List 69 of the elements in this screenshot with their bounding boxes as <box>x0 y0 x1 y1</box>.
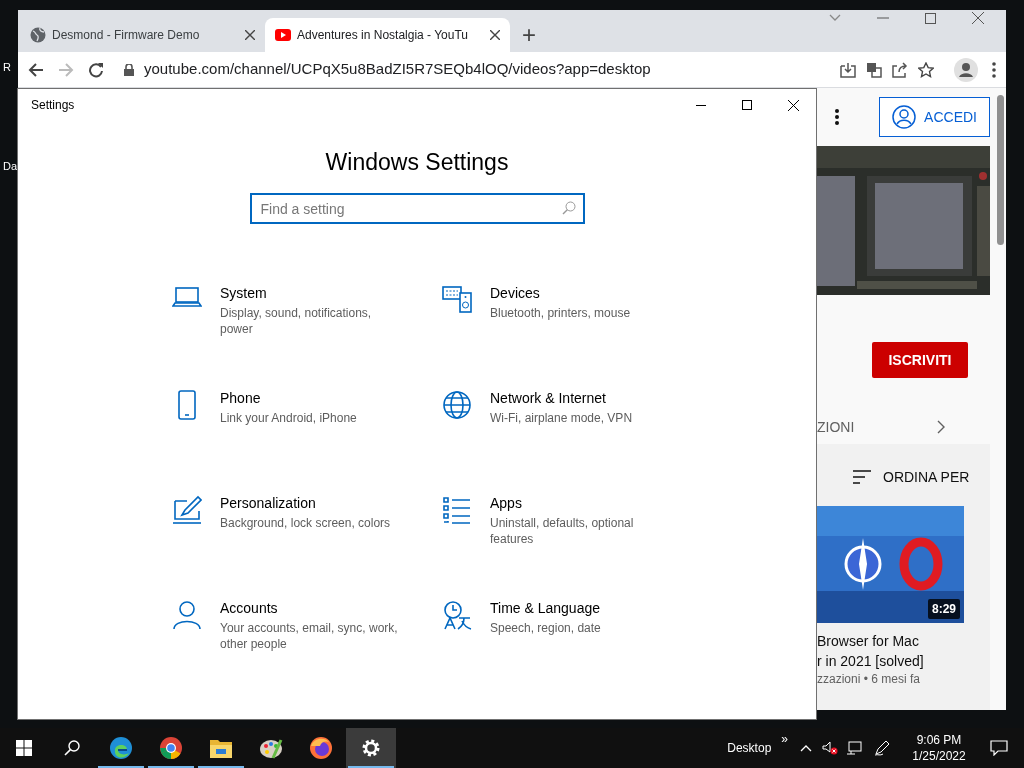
lock-icon <box>124 63 134 76</box>
menu-icon[interactable] <box>992 61 996 78</box>
pen-icon[interactable] <box>874 740 890 756</box>
settings-category[interactable]: Apps Uninstall, defaults, optional features <box>442 494 712 599</box>
clock[interactable]: 9:06 PM 1/25/2022 <box>900 732 978 764</box>
paintbrush-monitor-icon <box>172 495 202 525</box>
chrome-icon <box>159 736 183 760</box>
desktop-icon-label[interactable]: Da <box>3 158 18 175</box>
share-icon[interactable] <box>892 61 908 78</box>
star-icon[interactable] <box>918 61 934 78</box>
window-title: Settings <box>31 97 75 114</box>
search-field[interactable]: Find a setting <box>249 193 585 224</box>
desktop-icon-label[interactable]: R <box>3 59 11 76</box>
video-title[interactable]: r in 2021 [solved] <box>817 651 990 671</box>
notification-icon[interactable] <box>990 740 1008 756</box>
reload-icon[interactable] <box>88 61 104 78</box>
sign-in-button[interactable]: ACCEDI <box>879 97 990 137</box>
speaker-muted-icon[interactable] <box>822 741 838 755</box>
account-icon <box>892 105 917 129</box>
person-icon <box>172 600 202 630</box>
install-icon[interactable] <box>840 61 856 78</box>
toolbar-overflow[interactable]: » <box>781 730 788 748</box>
toolbar-label[interactable]: Desktop <box>727 739 772 757</box>
list-icon <box>442 495 472 525</box>
more-icon[interactable] <box>835 109 839 125</box>
sort-icon <box>853 470 871 484</box>
search-icon <box>561 201 576 215</box>
edge-icon <box>109 736 133 760</box>
windows-icon <box>16 740 32 756</box>
globe-icon <box>30 27 46 43</box>
settings-category[interactable]: Network & Internet Wi-Fi, airplane mode, VPN <box>442 389 712 494</box>
close-icon <box>787 99 799 111</box>
video-title[interactable]: Browser for Mac <box>817 631 990 651</box>
settings-category[interactable]: Personalization Background, lock screen, colors <box>172 494 442 599</box>
translate-icon[interactable] <box>866 61 882 78</box>
subscribe-button[interactable]: ISCRIVITI <box>872 342 968 378</box>
maximize-icon[interactable] <box>925 12 936 24</box>
video-duration: 8:29 <box>927 599 960 619</box>
settings-category[interactable]: System Display, sound, notifications, power <box>172 284 442 389</box>
close-icon[interactable] <box>490 30 500 40</box>
page-heading: Windows Settings <box>325 148 509 177</box>
settings-category[interactable]: Phone Link your Android, iPhone <box>172 389 442 494</box>
settings-category[interactable]: Time & Language Speech, region, date <box>442 599 712 704</box>
browser-tab[interactable]: Adventures in Nostalgia - YouTu <box>265 18 510 52</box>
taskbar-app[interactable] <box>346 728 396 768</box>
network-icon[interactable] <box>846 741 862 755</box>
keyboard-speaker-icon <box>442 285 472 315</box>
firefox-icon <box>309 736 333 760</box>
clock-language-icon <box>442 600 472 630</box>
chevron-up-icon[interactable] <box>800 744 812 752</box>
chevron-right-icon[interactable] <box>937 420 945 434</box>
new-tab-button[interactable]: + <box>522 23 536 47</box>
search-icon <box>64 740 80 756</box>
close-icon[interactable] <box>245 30 255 40</box>
scrollbar-thumb[interactable] <box>997 95 1004 245</box>
settings-category[interactable]: Devices Bluetooth, printers, mouse <box>442 284 712 389</box>
url-text: youtube.com/channel/UCPqX5u8BadZI5R7SEQb4lOQ/videos?app=desktop <box>144 59 651 80</box>
globe-icon <box>442 390 472 420</box>
youtube-play-icon <box>275 27 291 43</box>
back-icon[interactable] <box>28 61 44 78</box>
profile-icon[interactable] <box>954 57 978 82</box>
close-icon[interactable] <box>972 12 984 24</box>
maximize-icon <box>742 100 752 110</box>
minimize-icon <box>696 104 706 106</box>
settings-category[interactable]: Accounts Your accounts, email, sync, work, other people <box>172 599 442 704</box>
sort-button[interactable]: ORDINA PER <box>853 468 990 486</box>
channel-tab[interactable]: ZIONI <box>817 416 855 438</box>
tab-search-icon[interactable] <box>829 14 841 22</box>
video-meta: zzazioni • 6 mesi fa <box>817 671 921 687</box>
